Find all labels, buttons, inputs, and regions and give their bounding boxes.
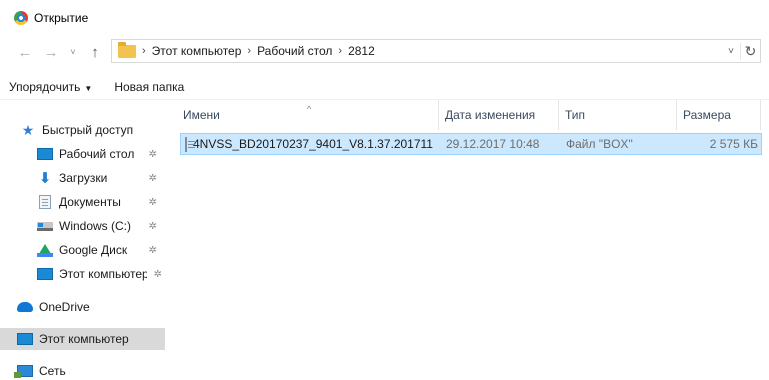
sidebar-item-label: Windows (C:) [59,219,132,233]
sidebar-item-onedrive[interactable]: OneDrive [0,296,165,318]
caret-down-icon: ▼ [84,84,93,93]
sidebar-item-label: Рабочий стол [59,147,135,161]
file-row[interactable]: 4NVSS_BD20170237_9401_V8.1.37.201711... … [180,133,762,155]
drive-icon [37,219,53,233]
sidebar-item-this-computer[interactable]: Этот компьютер [0,328,165,350]
organize-button[interactable]: Упорядочить ▼ [9,80,92,94]
pin-icon[interactable]: ✲ [149,173,157,184]
sidebar-item-windows-c[interactable]: Windows (C:) ✲ [0,215,165,237]
breadcrumb-2812[interactable]: 2812 [348,44,375,58]
breadcrumb-separator[interactable]: › [247,45,251,57]
breadcrumb-desktop[interactable]: Рабочий стол [257,44,332,58]
sidebar-item-label: Сеть [39,364,66,378]
computer-icon [37,267,53,281]
pin-icon[interactable]: ✲ [149,197,157,208]
sidebar-item-label: Быстрый доступ [42,123,134,137]
sidebar-item-google-drive[interactable]: Google Диск ✲ [0,239,165,261]
chrome-app-icon [14,11,28,25]
sidebar-item-downloads[interactable]: ⬇ Загрузки ✲ [0,167,165,189]
title-bar: Открытие [0,0,769,36]
computer-icon [17,332,33,346]
file-list: ^ Имени Дата изменения Тип Размера 4NVSS… [177,100,769,380]
network-icon [14,364,33,378]
recent-locations-icon[interactable]: ˅ [66,41,80,63]
file-size: 2 575 КБ [709,137,758,151]
address-bar[interactable]: › Этот компьютер › Рабочий стол › 2812 ˅… [111,39,761,63]
sidebar-item-label: Документы [59,195,121,209]
window-title: Открытие [34,11,89,25]
sidebar-item-quick-access[interactable]: ★ Быстрый доступ [0,119,165,141]
new-folder-button[interactable]: Новая папка [114,80,184,94]
refresh-icon[interactable]: ↻ [740,42,760,60]
sidebar-item-label: Загрузки [59,171,108,185]
folder-icon [118,41,136,58]
sidebar-item-documents[interactable]: Документы ✲ [0,191,165,213]
forward-arrow-icon[interactable]: → [40,41,62,63]
file-icon [185,136,195,152]
file-name: 4NVSS_BD20170237_9401_V8.1.37.201711... [193,137,433,151]
file-type: Файл "BOX" [566,137,633,151]
organize-label: Упорядочить [9,80,81,94]
file-date: 29.12.2017 10:48 [446,137,540,151]
sidebar-item-label: Google Диск [59,243,128,257]
breadcrumb-separator[interactable]: › [338,45,342,57]
pin-icon[interactable]: ✲ [149,245,157,256]
navigation-bar: ← → ˅ ↑ › Этот компьютер › Рабочий стол … [0,38,769,66]
up-arrow-icon[interactable]: ↑ [84,41,106,63]
sidebar-item-network[interactable]: Сеть [0,360,165,380]
column-header-size[interactable]: Размера [677,100,761,130]
download-icon: ⬇ [38,170,52,187]
pin-icon[interactable]: ✲ [149,149,157,160]
sidebar-item-label: Этот компьютер [59,267,147,281]
sidebar-item-desktop[interactable]: Рабочий стол ✲ [0,143,165,165]
sidebar-item-label: Этот компьютер [39,332,129,346]
onedrive-icon [17,300,33,314]
pin-icon[interactable]: ✲ [149,221,157,232]
chevron-down-icon[interactable]: ˅ [722,46,740,57]
documents-icon [37,195,53,209]
navigation-pane: ★ Быстрый доступ Рабочий стол ✲ ⬇ Загруз… [0,110,165,380]
file-name-cell: 4NVSS_BD20170237_9401_V8.1.37.201711... [181,134,433,154]
command-toolbar: Упорядочить ▼ Новая папка [0,76,769,98]
column-header-type[interactable]: Тип [559,100,677,130]
sidebar-item-label: OneDrive [39,300,90,314]
back-arrow-icon[interactable]: ← [14,41,36,63]
star-icon: ★ [21,121,35,138]
column-headers: ^ Имени Дата изменения Тип Размера [177,100,769,130]
address-actions: ˅ ↻ [722,40,760,62]
breadcrumb-separator: › [142,45,146,57]
google-drive-icon [37,243,53,257]
breadcrumb-this-computer[interactable]: Этот компьютер [152,44,242,58]
sidebar-item-this-computer-pinned[interactable]: Этот компьютер ✲ [0,263,165,285]
desktop-icon [37,147,53,161]
pin-icon[interactable]: ✲ [154,269,162,280]
column-header-date[interactable]: Дата изменения [439,100,559,130]
column-header-name[interactable]: Имени [177,100,439,130]
